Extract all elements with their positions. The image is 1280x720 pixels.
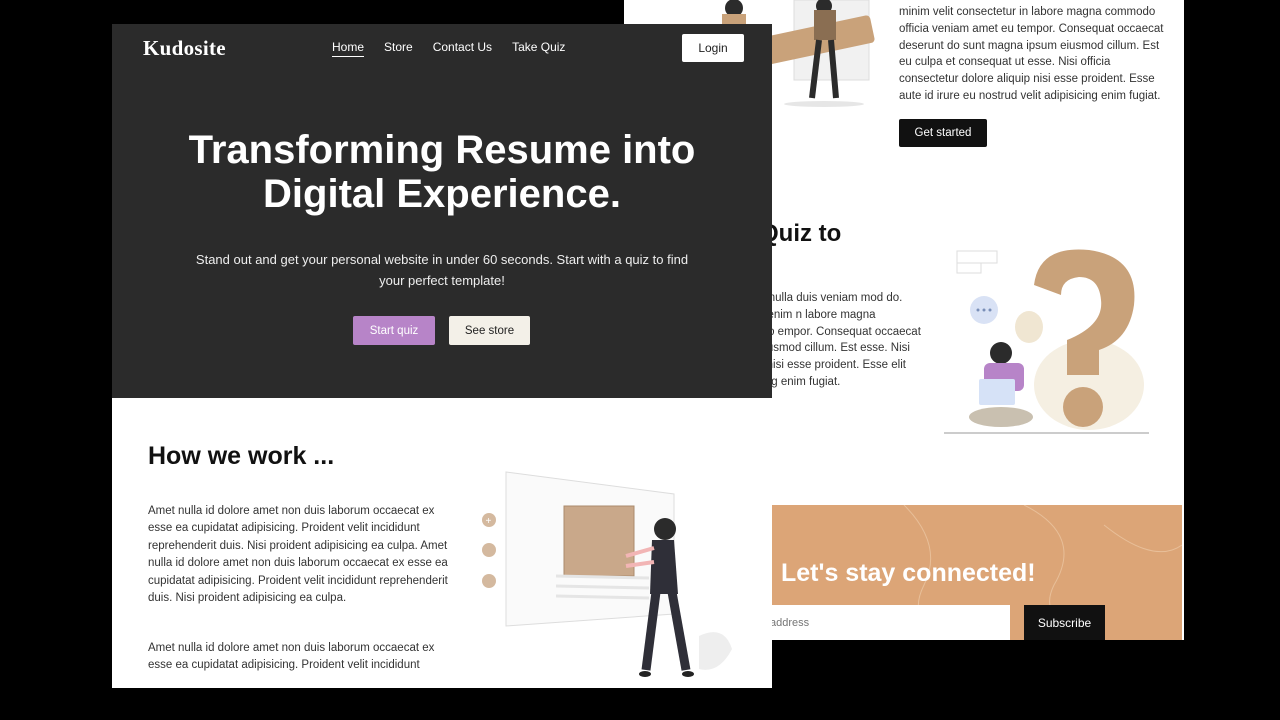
back-top-paragraph: minim velit consectetur in labore magna … — [899, 6, 1164, 102]
login-button[interactable]: Login — [682, 34, 744, 62]
how-we-work-paragraph-1: Amet nulla id dolore amet non duis labor… — [148, 505, 448, 605]
front-page-screenshot: Kudosite Home Store Contact Us Take Quiz… — [112, 24, 772, 688]
email-input[interactable] — [764, 605, 1010, 640]
woman-board-illustration: + — [482, 471, 732, 677]
hero-title: Transforming Resume into Digital Experie… — [188, 128, 696, 216]
site-logo[interactable]: Kudosite — [143, 36, 226, 61]
get-started-button[interactable]: Get started — [899, 119, 987, 147]
hero-section: Kudosite Home Store Contact Us Take Quiz… — [112, 24, 772, 398]
hero-buttons: Start quiz See store — [353, 316, 530, 345]
hero-subtitle: Stand out and get your personal website … — [195, 252, 689, 288]
main-nav: Home Store Contact Us Take Quiz — [332, 40, 565, 57]
nav-home[interactable]: Home — [332, 40, 365, 57]
question-mark-illustration — [944, 249, 1149, 434]
nav-contact[interactable]: Contact Us — [433, 40, 492, 57]
see-store-button[interactable]: See store — [449, 316, 530, 345]
start-quiz-button[interactable]: Start quiz — [353, 316, 435, 345]
how-we-work-paragraph-2: Amet nulla id dolore amet non duis labor… — [148, 642, 435, 672]
newsletter-title: Let's stay connected! — [781, 559, 1036, 587]
nav-take-quiz[interactable]: Take Quiz — [512, 40, 565, 57]
subscribe-button[interactable]: Subscribe — [1024, 605, 1105, 640]
svg-text:+: + — [486, 516, 492, 527]
how-we-work-heading: How we work ... — [148, 442, 335, 470]
nav-store[interactable]: Store — [384, 40, 413, 57]
